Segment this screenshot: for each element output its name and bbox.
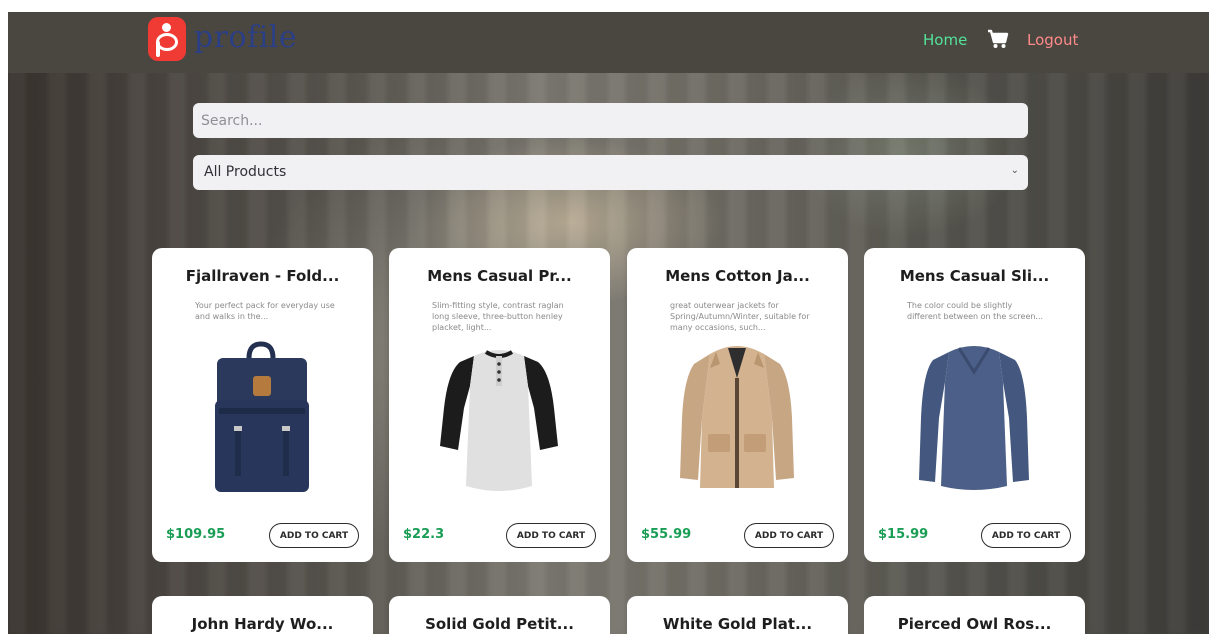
add-to-cart-button[interactable]: ADD TO CART — [981, 523, 1071, 548]
product-description: Your perfect pack for everyday use and w… — [195, 301, 335, 321]
product-title: Mens Casual Pr... — [427, 267, 572, 285]
product-title: Mens Casual Sli... — [899, 267, 1050, 285]
product-card[interactable]: Mens Cotton Ja... great outerwear jacket… — [627, 248, 848, 562]
page-background: profile Home Logout All Products ⌄ Fjall… — [8, 12, 1209, 634]
product-description: Slim-fitting style, contrast raglan long… — [432, 301, 564, 332]
nav-home-link[interactable]: Home — [923, 31, 967, 49]
product-title: Fjallraven - Fold... — [185, 267, 340, 285]
product-price: $22.3 — [403, 527, 445, 542]
add-to-cart-button[interactable]: ADD TO CART — [744, 523, 834, 548]
chevron-down-icon: ⌄ — [1010, 165, 1019, 176]
search-input[interactable] — [193, 103, 1028, 138]
product-price: $15.99 — [878, 527, 929, 542]
category-select-value: All Products — [204, 164, 287, 180]
product-card[interactable]: Mens Casual Sli... The color could be sl… — [864, 248, 1085, 562]
add-to-cart-button[interactable]: ADD TO CART — [269, 523, 359, 548]
product-card[interactable]: White Gold Plat... — [627, 596, 848, 634]
backpack-image — [197, 338, 327, 498]
navbar: profile Home Logout — [8, 12, 1209, 73]
product-title: Mens Cotton Ja... — [665, 267, 810, 285]
jacket-image — [672, 338, 802, 498]
product-title: White Gold Plat... — [662, 615, 813, 633]
cart-icon[interactable] — [987, 29, 1009, 49]
product-card[interactable]: John Hardy Wo... — [152, 596, 373, 634]
category-select[interactable]: All Products ⌄ — [193, 155, 1028, 190]
product-title: Solid Gold Petit... — [425, 615, 574, 633]
product-title: Pierced Owl Ros... — [897, 615, 1052, 633]
add-to-cart-button[interactable]: ADD TO CART — [506, 523, 596, 548]
nav-logout-link[interactable]: Logout — [1027, 31, 1078, 49]
product-description: The color could be slightly different be… — [907, 301, 1044, 321]
brand-name[interactable]: profile — [194, 20, 297, 55]
product-card[interactable]: Pierced Owl Ros... — [864, 596, 1085, 634]
product-card[interactable]: Solid Gold Petit... — [389, 596, 610, 634]
product-card[interactable]: Mens Casual Pr... Slim-fitting style, co… — [389, 248, 610, 562]
product-title: John Hardy Wo... — [191, 615, 334, 633]
long-sleeve-shirt-image — [909, 338, 1039, 498]
raglan-shirt-image — [434, 338, 564, 498]
product-description: great outerwear jackets for Spring/Autum… — [670, 301, 810, 332]
logo-icon[interactable] — [148, 17, 186, 61]
product-price: $109.95 — [166, 527, 226, 542]
product-card[interactable]: Fjallraven - Fold... Your perfect pack f… — [152, 248, 373, 562]
product-price: $55.99 — [641, 527, 692, 542]
